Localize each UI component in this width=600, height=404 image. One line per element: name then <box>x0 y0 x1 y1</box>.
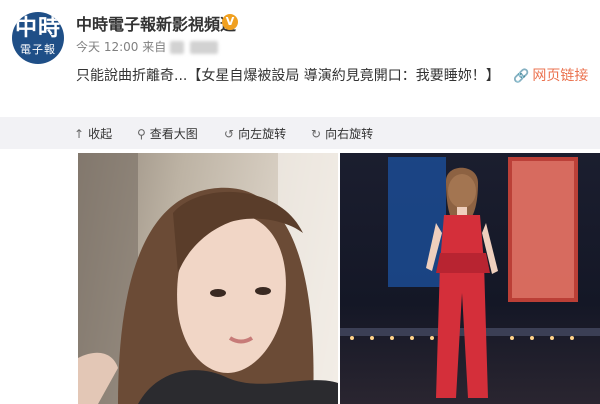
post-meta: 今天 12:00 来自 <box>76 38 219 55</box>
stage-illustration <box>340 157 600 398</box>
rotate-left-icon: ↺ <box>224 127 235 141</box>
rotate-right-icon: ↻ <box>311 127 322 141</box>
portrait-illustration <box>78 153 338 404</box>
avatar-text-sub: 電子報 <box>20 43 56 56</box>
view-large-label: 查看大图 <box>149 127 198 141</box>
avatar-text-main: 中時 <box>14 16 61 41</box>
image-toolbar: ↑ 收起 ⚲ 查看大图 ↺ 向左旋转 ↻ 向右旋转 <box>0 117 600 149</box>
rotate-right-button[interactable]: ↻ 向右旋转 <box>311 125 373 142</box>
rotate-right-label: 向右旋转 <box>325 127 374 141</box>
blurred-source-icon <box>170 41 185 54</box>
search-icon: ⚲ <box>137 127 146 141</box>
photo-red-outfit[interactable] <box>340 153 600 404</box>
post-text: 只能說曲折離奇...【女星自爆被設局 導演約見竟開口：我要睡妳！】 🔗 网页链接 <box>76 64 596 89</box>
rotate-left-label: 向左旋转 <box>238 127 287 141</box>
web-link-label: 网页链接 <box>532 68 589 84</box>
photo-portrait[interactable] <box>78 153 338 404</box>
collapse-button[interactable]: ↑ 收起 <box>74 125 112 142</box>
collapse-label: 收起 <box>88 127 113 141</box>
source-label: 来自 <box>142 40 167 54</box>
verified-badge-icon: V <box>222 14 238 30</box>
arrow-up-icon: ↑ <box>74 127 85 141</box>
blurred-source-text <box>190 41 219 54</box>
post-time: 今天 12:00 <box>76 40 139 54</box>
rotate-left-button[interactable]: ↺ 向左旋转 <box>224 125 286 142</box>
account-name[interactable]: 中時電子報新影視頻道 <box>76 11 236 35</box>
avatar[interactable]: 中時 電子報 <box>12 12 64 64</box>
link-icon: 🔗 <box>513 69 530 84</box>
web-link[interactable]: 🔗 网页链接 <box>513 68 588 84</box>
post-body: 只能說曲折離奇...【女星自爆被設局 導演約見竟開口：我要睡妳！】 <box>76 68 500 84</box>
view-large-button[interactable]: ⚲ 查看大图 <box>137 125 198 142</box>
